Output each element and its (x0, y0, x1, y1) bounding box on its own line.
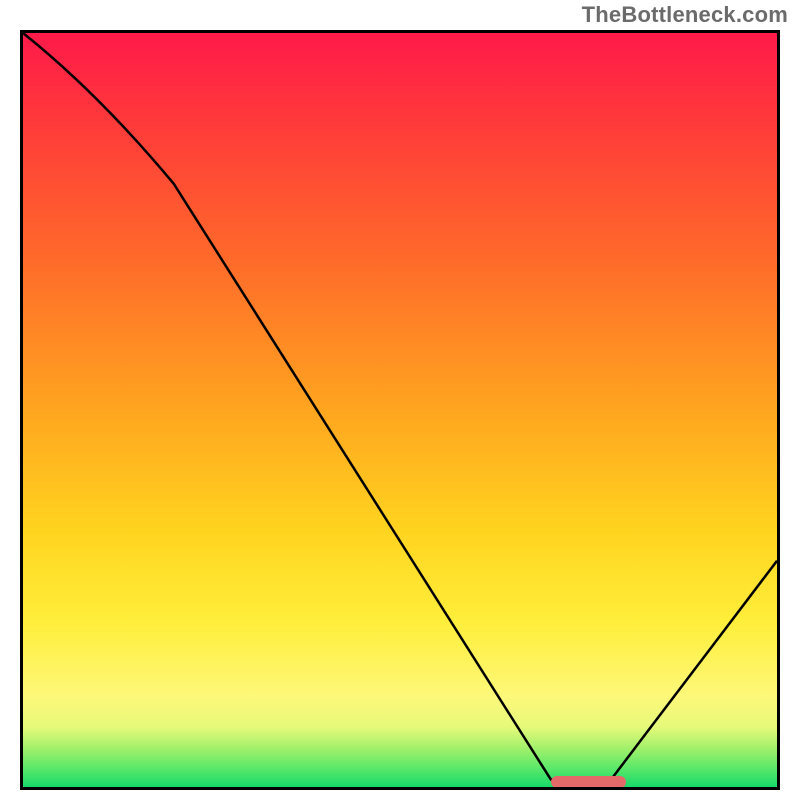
curve-path (23, 33, 777, 779)
chart-container: TheBottleneck.com (0, 0, 800, 800)
plot-area (20, 30, 780, 790)
bottleneck-curve (23, 33, 777, 787)
optimal-range-marker (551, 776, 626, 788)
watermark-text: TheBottleneck.com (582, 2, 788, 28)
